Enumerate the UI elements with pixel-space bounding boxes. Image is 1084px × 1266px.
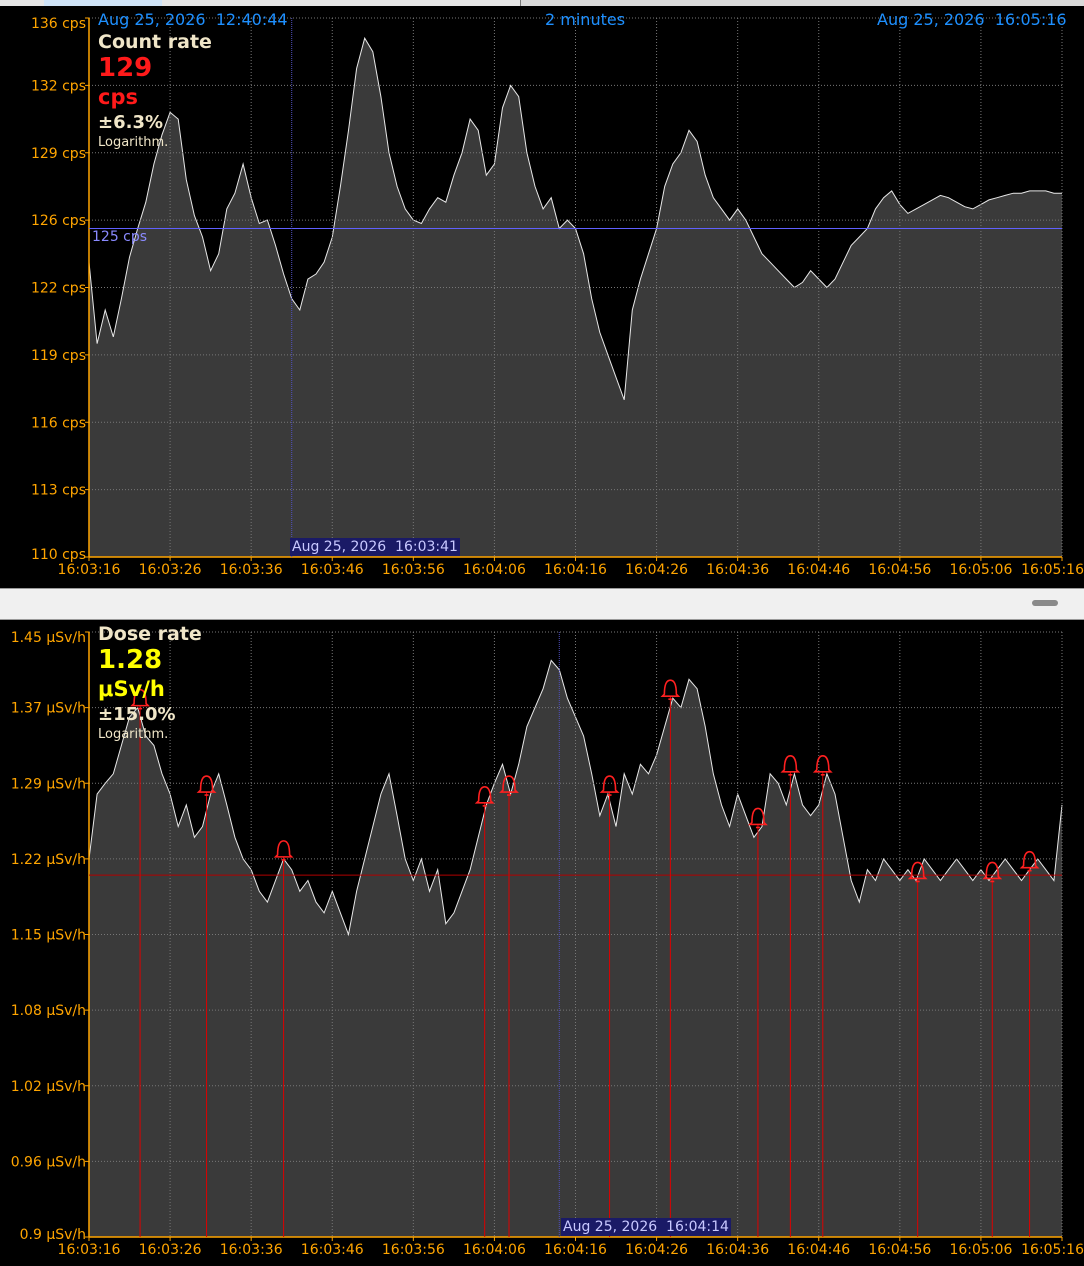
x-tick-label: 16:03:16 xyxy=(58,1242,121,1258)
x-tick-label: 16:03:26 xyxy=(139,562,202,578)
x-tick-label: 16:03:36 xyxy=(220,1242,283,1258)
readout-scale-mode[interactable]: Logarithm. xyxy=(98,727,202,743)
x-tick-label: 16:05:06 xyxy=(949,562,1012,578)
panel-splitter[interactable] xyxy=(0,588,1084,620)
x-tick-label: 16:04:16 xyxy=(544,1242,607,1258)
x-tick-label: 16:04:56 xyxy=(868,1242,931,1258)
count-rate-readout: Count rate 129 cps ±6.3% Logarithm. xyxy=(98,31,212,151)
y-tick-label: 1.15 μSv/h xyxy=(11,928,86,944)
y-tick-label: 1.02 μSv/h xyxy=(11,1079,86,1095)
y-tick-label: 1.45 μSv/h xyxy=(11,630,86,646)
dose-rate-chart[interactable]: 0.9 μSv/h 0.96 μSv/h 1.02 μSv/h 1.08 μSv/h 1… xyxy=(0,620,1084,1266)
count-rate-chart[interactable]: 110 cps 113 cps 116 cps 119 cps 122 cps 126 c… xyxy=(0,6,1084,588)
x-tick-label: 16:04:16 xyxy=(544,562,607,578)
y-tick-label: 113 cps xyxy=(31,483,86,499)
x-tick-label: 16:03:26 xyxy=(139,1242,202,1258)
y-tick-label: 1.29 μSv/h xyxy=(11,776,86,792)
y-tick-label: 1.08 μSv/h xyxy=(11,1003,86,1019)
x-tick-label: 16:04:46 xyxy=(787,562,850,578)
x-tick-label: 16:05:16 xyxy=(1021,562,1084,578)
x-tick-label: 16:04:06 xyxy=(463,562,526,578)
readout-title: Count rate xyxy=(98,31,212,53)
x-tick-label: 16:05:06 xyxy=(949,1242,1012,1258)
readout-scale-mode[interactable]: Logarithm. xyxy=(98,135,212,151)
x-tick-label: 16:03:16 xyxy=(58,562,121,578)
cursor-time-label: Aug 25, 2026 16:03:41 xyxy=(290,538,460,556)
x-tick-label: 16:04:06 xyxy=(463,1242,526,1258)
x-tick-label: 16:05:16 xyxy=(1021,1242,1084,1258)
x-tick-label: 16:03:36 xyxy=(220,562,283,578)
reference-level-label: 125 cps xyxy=(92,229,148,245)
y-tick-label: 110 cps xyxy=(31,547,86,563)
x-tick-label: 16:04:36 xyxy=(706,562,769,578)
readout-title: Dose rate xyxy=(98,623,202,645)
y-tick-label: 136 cps xyxy=(31,16,86,32)
y-tick-label: 132 cps xyxy=(31,78,86,94)
cursor-time-label: Aug 25, 2026 16:04:14 xyxy=(561,1218,731,1236)
y-tick-label: 119 cps xyxy=(31,348,86,364)
y-tick-label: 116 cps xyxy=(31,415,86,431)
y-tick-label: 1.22 μSv/h xyxy=(11,852,86,868)
x-tick-label: 16:04:56 xyxy=(868,562,931,578)
x-tick-label: 16:04:46 xyxy=(787,1242,850,1258)
x-tick-label: 16:03:56 xyxy=(382,562,445,578)
readout-unit: cps xyxy=(98,85,138,109)
y-tick-label: 0.9 μSv/h xyxy=(20,1227,86,1243)
time-span-label[interactable]: 2 minutes xyxy=(545,10,625,30)
y-tick-label: 0.96 μSv/h xyxy=(11,1154,86,1170)
readout-value: 129 xyxy=(98,53,153,83)
dose-rate-readout: Dose rate 1.28 μSv/h ±15.0% Logarithm. xyxy=(98,623,202,743)
readout-value: 1.28 xyxy=(98,645,163,675)
x-tick-label: 16:04:36 xyxy=(706,1242,769,1258)
splitter-grip-icon[interactable] xyxy=(1032,600,1058,606)
start-time-label: Aug 25, 2026 12:40:44 xyxy=(98,10,288,29)
y-tick-label: 122 cps xyxy=(31,281,86,297)
end-time-label: Aug 25, 2026 16:05:16 xyxy=(877,10,1067,29)
readout-uncertainty: ±15.0% xyxy=(98,704,176,725)
x-tick-label: 16:03:46 xyxy=(301,1242,364,1258)
readout-uncertainty: ±6.3% xyxy=(98,112,164,133)
x-tick-label: 16:03:56 xyxy=(382,1242,445,1258)
x-tick-label: 16:04:26 xyxy=(625,1242,688,1258)
y-tick-label: 126 cps xyxy=(31,213,86,229)
readout-unit: μSv/h xyxy=(98,677,165,701)
x-tick-label: 16:03:46 xyxy=(301,562,364,578)
y-tick-label: 1.37 μSv/h xyxy=(11,701,86,717)
x-tick-label: 16:04:26 xyxy=(625,562,688,578)
y-tick-label: 129 cps xyxy=(31,146,86,162)
